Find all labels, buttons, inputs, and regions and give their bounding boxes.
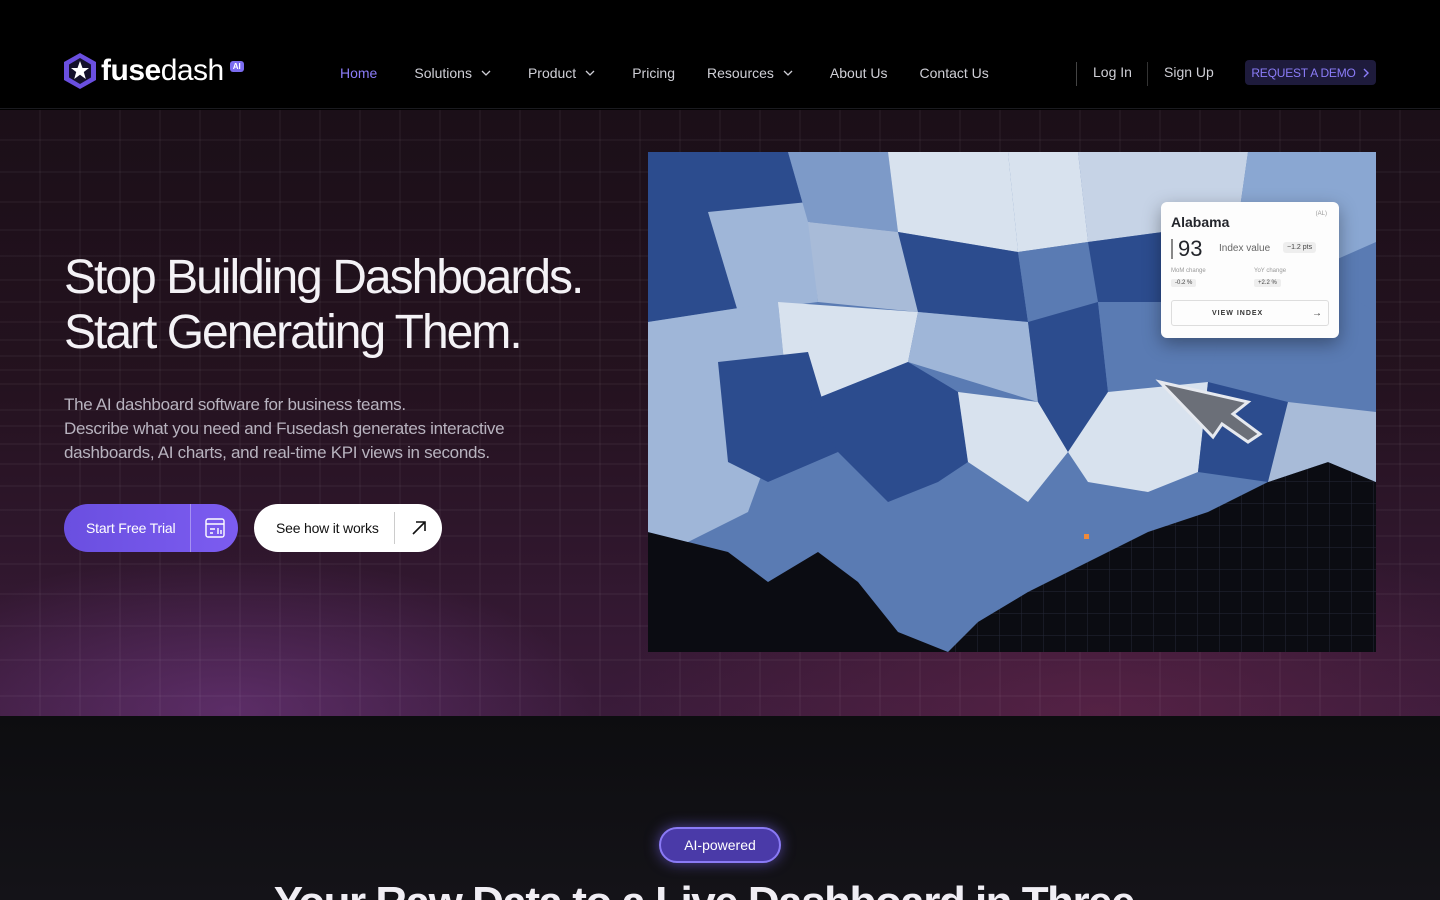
view-index-button: VIEW INDEX → [1171, 300, 1329, 326]
see-how-it-works-button[interactable]: See how it works [254, 504, 442, 552]
nav-divider [1147, 62, 1148, 86]
arrow-right-icon: → [1312, 307, 1322, 319]
subtitle-line-2: Describe what you need and Fusedash gene… [64, 419, 505, 462]
nav-product[interactable]: Product [528, 65, 596, 81]
features-section: AI-powered Your Raw Data to a Live Dashb… [0, 716, 1440, 900]
state-tooltip-card: Alabama (AL) 93 Index value −1.2 pts MoM… [1161, 202, 1339, 338]
ai-powered-badge: AI-powered [659, 827, 781, 863]
state-abbr: (AL) [1315, 211, 1327, 217]
mom-label: MoM change [1171, 268, 1206, 274]
nav-solutions[interactable]: Solutions [414, 65, 492, 81]
nav-divider [1076, 62, 1077, 86]
start-free-trial-button[interactable]: Start Free Trial [64, 504, 238, 552]
nav-resources[interactable]: Resources [707, 65, 794, 81]
nav-product-label: Product [527, 65, 577, 81]
logo-text-dash: dash [160, 54, 225, 87]
nav-pricing[interactable]: Pricing [632, 65, 675, 81]
chevron-down-icon [783, 70, 793, 76]
state-name: Alabama [1171, 214, 1230, 230]
nav-home[interactable]: Home [340, 65, 377, 81]
view-index-label: VIEW INDEX [1212, 309, 1264, 317]
yoy-label: YoY change [1254, 268, 1287, 274]
hero-subtitle: The AI dashboard software for business t… [64, 393, 564, 465]
change-pts-badge: −1.2 pts [1283, 242, 1317, 253]
hero-section: Stop Building Dashboards. Start Generati… [0, 110, 1440, 716]
logo-icon [64, 53, 96, 89]
section-title: Your Raw Data to a Live Dashboard in Thr… [0, 878, 1440, 900]
chevron-down-icon [481, 70, 491, 76]
chevron-right-icon [1363, 68, 1369, 77]
index-label: Index value [1219, 243, 1271, 254]
top-navigation: fusedash AI Home Solutions Product Prici… [0, 0, 1440, 109]
nav-links: Home Solutions Product Pricing Resources… [340, 63, 989, 83]
request-demo-label: REQUEST A DEMO [1251, 65, 1356, 80]
nav-resources-label: Resources [707, 65, 774, 81]
logo-text-fuse: fuse [101, 54, 161, 87]
headline-line-1: Stop Building Dashboards. [64, 251, 584, 304]
login-link[interactable]: Log In [1093, 64, 1132, 80]
subtitle-line-1: The AI dashboard software for business t… [64, 395, 406, 414]
chevron-down-icon [585, 70, 595, 76]
logo[interactable]: fusedash AI [63, 52, 244, 90]
ai-badge: AI [229, 60, 244, 72]
start-free-trial-label: Start Free Trial [86, 520, 176, 536]
hero-headline: Stop Building Dashboards. Start Generati… [64, 250, 584, 360]
see-how-it-works-label: See how it works [276, 520, 379, 536]
yoy-value: +2.2 % [1254, 279, 1281, 287]
nav-contact[interactable]: Contact Us [920, 65, 989, 81]
headline-line-2: Start Generating Them. [64, 306, 523, 359]
hero-map-video: Alabama (AL) 93 Index value −1.2 pts MoM… [648, 152, 1376, 652]
signup-link[interactable]: Sign Up [1164, 64, 1214, 80]
index-number: 93 [1178, 236, 1203, 261]
nav-solutions-label: Solutions [414, 65, 472, 81]
nav-about[interactable]: About Us [830, 65, 888, 81]
request-demo-button[interactable]: REQUEST A DEMO [1245, 60, 1376, 85]
dashboard-icon [204, 518, 225, 538]
arrow-up-right-icon [411, 521, 426, 535]
mom-value: -0.2 % [1171, 279, 1197, 287]
